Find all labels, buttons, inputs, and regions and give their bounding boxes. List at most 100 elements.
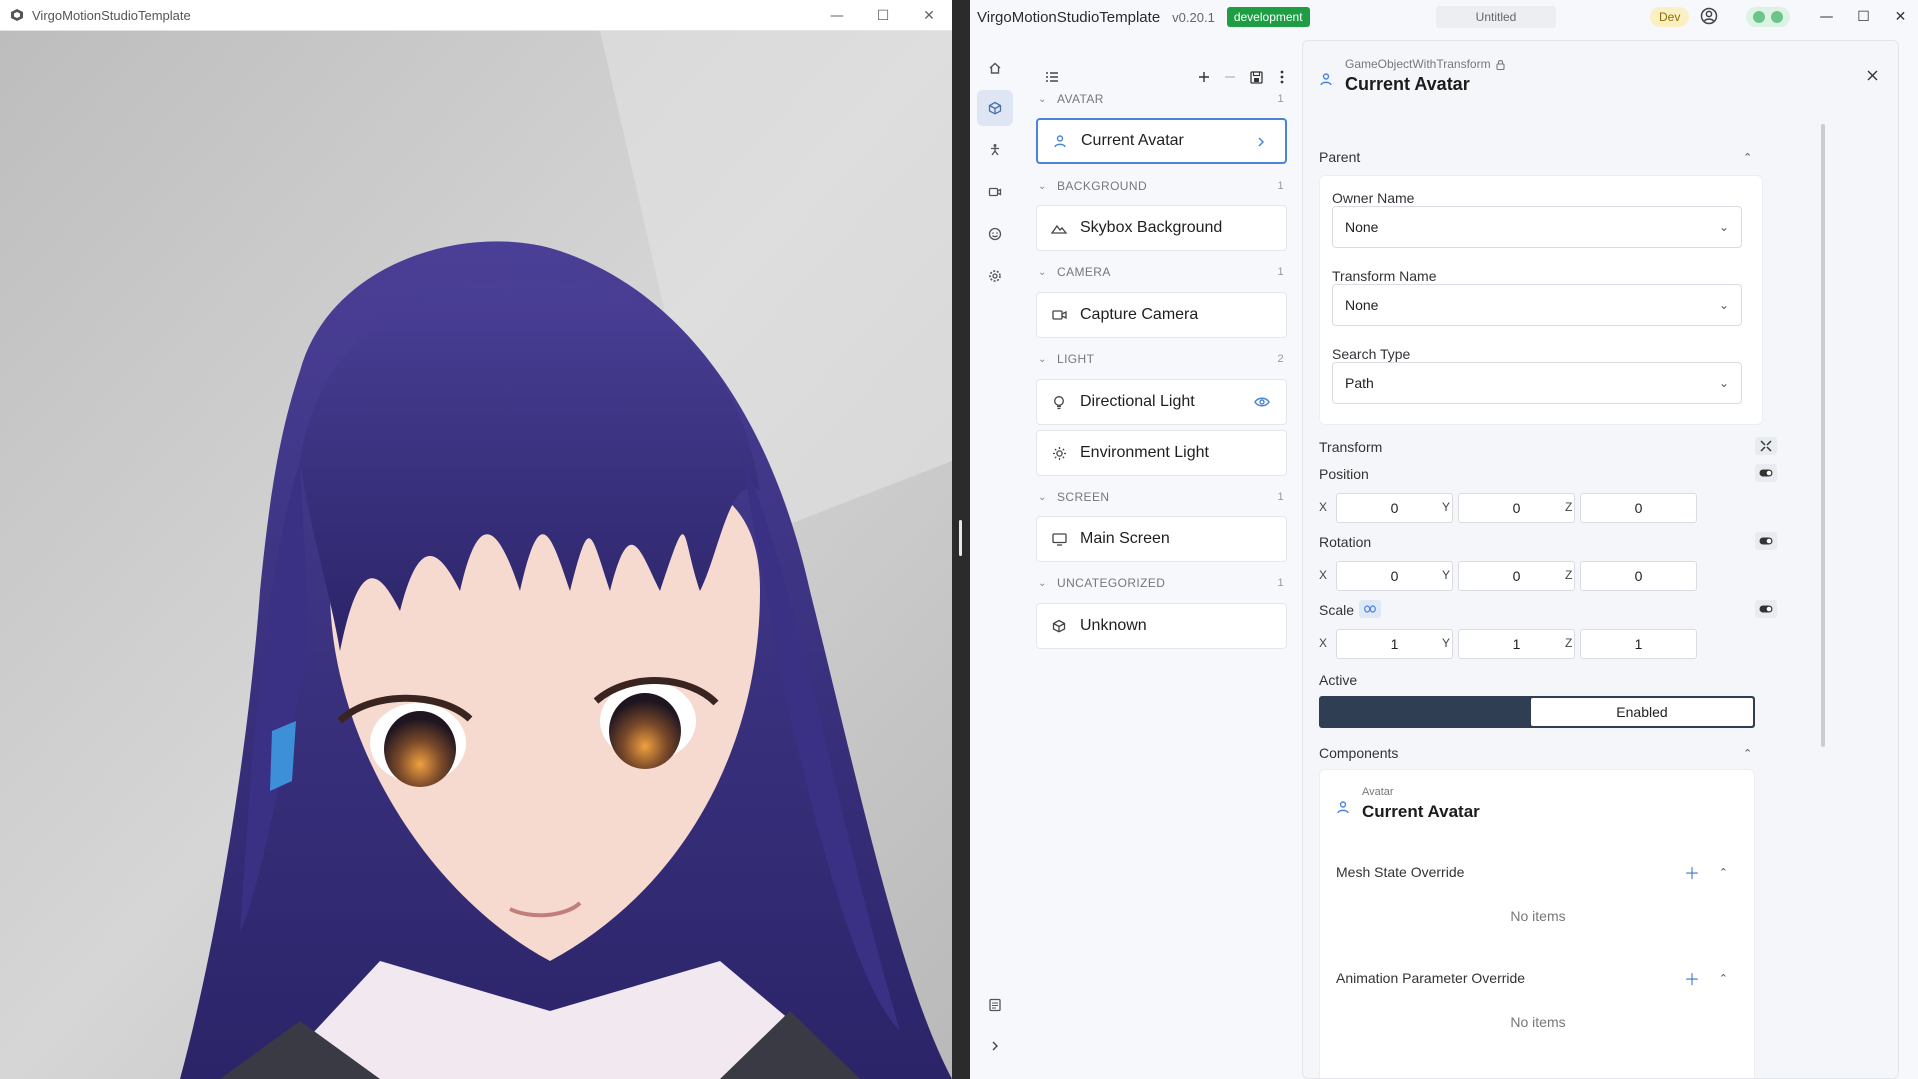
- position-x-input[interactable]: 0: [1336, 493, 1453, 523]
- toggle-icon: [1759, 537, 1773, 545]
- scene-item-unknown[interactable]: Unknown: [1036, 603, 1287, 649]
- group-count: 1: [1277, 180, 1284, 192]
- user-account-icon[interactable]: [1700, 7, 1718, 30]
- scene-item-capture-camera[interactable]: Capture Camera: [1036, 292, 1287, 338]
- group-header-screen[interactable]: ⌄ SCREEN 1: [1038, 488, 1284, 506]
- nav-expand[interactable]: [977, 1028, 1013, 1064]
- search-type-select[interactable]: Path ⌄: [1332, 362, 1742, 404]
- dev-badge[interactable]: Dev: [1650, 7, 1690, 27]
- chevron-down-icon: ⌄: [1038, 93, 1047, 105]
- reset-transform-button[interactable]: [1755, 437, 1777, 455]
- window-divider[interactable]: [952, 0, 970, 1079]
- scene-item-skybox-background[interactable]: Skybox Background: [1036, 205, 1287, 251]
- scene-item-current-avatar[interactable]: Current Avatar: [1036, 118, 1287, 164]
- group-header-avatar[interactable]: ⌄ AVATAR 1: [1038, 90, 1284, 108]
- scale-y-input[interactable]: 1: [1458, 629, 1575, 659]
- chevron-up-icon[interactable]: ⌃: [1719, 972, 1728, 985]
- minimize-button[interactable]: —: [814, 0, 860, 31]
- scale-x-input[interactable]: 1: [1336, 629, 1453, 659]
- rotation-link-toggle[interactable]: [1755, 532, 1777, 550]
- more-menu-button[interactable]: [1270, 62, 1294, 92]
- chevron-down-icon: ⌄: [1038, 577, 1047, 589]
- add-object-button[interactable]: [1192, 62, 1216, 92]
- axis-z-label: Z: [1565, 636, 1573, 650]
- group-name: SCREEN: [1057, 490, 1110, 504]
- transform-name-label: Transform Name: [1332, 268, 1437, 284]
- chevron-down-icon: ⌄: [1038, 491, 1047, 503]
- list-view-button[interactable]: [1040, 62, 1064, 92]
- component-title: Current Avatar: [1362, 802, 1480, 821]
- animation-parameter-override-header[interactable]: Animation Parameter Override ＋ ⌃: [1336, 966, 1740, 990]
- inspector-scrollbar[interactable]: [1821, 124, 1825, 747]
- avatar-viewport[interactable]: [0, 31, 952, 1079]
- nav-face[interactable]: [977, 216, 1013, 252]
- group-name: CAMERA: [1057, 265, 1111, 279]
- rotation-z-input[interactable]: 0: [1580, 561, 1697, 591]
- nav-camera[interactable]: [977, 174, 1013, 210]
- home-icon: [989, 62, 1001, 74]
- scene-item-main-screen[interactable]: Main Screen: [1036, 516, 1287, 562]
- chevron-down-icon: ⌄: [1718, 220, 1729, 234]
- close-inspector-button[interactable]: [1860, 63, 1884, 87]
- eye-icon[interactable]: [1252, 392, 1272, 412]
- chevron-up-icon[interactable]: ⌃: [1719, 866, 1728, 879]
- save-icon: [1249, 70, 1263, 84]
- transform-name-select[interactable]: None ⌄: [1332, 284, 1742, 326]
- add-mesh-state-button[interactable]: ＋: [1684, 860, 1700, 884]
- nav-logs[interactable]: [977, 987, 1013, 1023]
- search-type-value: Path: [1345, 375, 1374, 391]
- active-toggle[interactable]: Enabled: [1319, 696, 1755, 728]
- rotation-y-input[interactable]: 0: [1458, 561, 1575, 591]
- maximize-button[interactable]: ☐: [860, 0, 906, 31]
- parent-section-header[interactable]: Parent: [1319, 147, 1779, 167]
- expand-icon: [1760, 440, 1772, 452]
- animation-parameter-override-label: Animation Parameter Override: [1336, 970, 1526, 986]
- chevron-up-icon[interactable]: ⌃: [1743, 151, 1757, 165]
- app-close-button[interactable]: ✕: [1882, 0, 1918, 34]
- nav-motion[interactable]: [977, 132, 1013, 168]
- position-y-input[interactable]: 0: [1458, 493, 1575, 523]
- scale-z-input[interactable]: 1: [1580, 629, 1697, 659]
- group-count: 1: [1277, 491, 1284, 503]
- owner-name-value: None: [1345, 219, 1379, 235]
- app-minimize-button[interactable]: —: [1808, 0, 1845, 34]
- chevron-right-icon: [992, 1041, 998, 1051]
- group-header-uncategorized[interactable]: ⌄ UNCATEGORIZED 1: [1038, 574, 1284, 592]
- scale-link-button[interactable]: [1359, 600, 1381, 618]
- owner-name-select[interactable]: None ⌄: [1332, 206, 1742, 248]
- app-maximize-button[interactable]: ☐: [1845, 0, 1882, 34]
- chevron-right-icon: [1251, 132, 1271, 152]
- scale-link-toggle[interactable]: [1755, 600, 1777, 618]
- axis-y-label: Y: [1442, 500, 1451, 514]
- scene-item-label: Skybox Background: [1080, 219, 1223, 236]
- group-header-light[interactable]: ⌄ LIGHT 2: [1038, 350, 1284, 368]
- scene-item-environment-light[interactable]: Environment Light: [1036, 430, 1287, 476]
- add-animation-parameter-button[interactable]: ＋: [1684, 966, 1700, 990]
- active-label: Active: [1319, 672, 1358, 688]
- app-titlebar: VirgoMotionStudioTemplate v0.20.1 develo…: [970, 0, 1918, 34]
- mesh-state-empty: No items: [1510, 908, 1566, 924]
- remove-object-button[interactable]: [1218, 62, 1242, 92]
- section-title: Parent: [1319, 149, 1361, 165]
- position-z-input[interactable]: 0: [1580, 493, 1697, 523]
- divider-grip[interactable]: [959, 520, 962, 556]
- close-button[interactable]: ✕: [906, 0, 952, 31]
- position-link-toggle[interactable]: [1755, 464, 1777, 482]
- app-name: VirgoMotionStudioTemplate: [977, 8, 1161, 26]
- rotation-x-input[interactable]: 0: [1336, 561, 1453, 591]
- group-header-background[interactable]: ⌄ BACKGROUND 1: [1038, 177, 1284, 195]
- group-header-camera[interactable]: ⌄ CAMERA 1: [1038, 263, 1284, 281]
- gear-icon: [989, 270, 1001, 282]
- save-button[interactable]: [1244, 62, 1268, 92]
- active-enabled-option[interactable]: Enabled: [1531, 698, 1753, 726]
- nav-scene[interactable]: [977, 90, 1013, 126]
- bulb-icon: [1049, 392, 1069, 412]
- document-name[interactable]: Untitled: [1436, 6, 1556, 28]
- scene-item-directional-light[interactable]: Directional Light: [1036, 379, 1287, 425]
- nav-settings[interactable]: [977, 258, 1013, 294]
- connection-status-pill[interactable]: [1746, 7, 1790, 27]
- chevron-up-icon[interactable]: ⌃: [1743, 747, 1757, 761]
- mesh-state-override-header[interactable]: Mesh State Override ＋ ⌃: [1336, 860, 1740, 884]
- nav-home[interactable]: [977, 50, 1013, 86]
- components-section-header[interactable]: Components: [1319, 743, 1779, 763]
